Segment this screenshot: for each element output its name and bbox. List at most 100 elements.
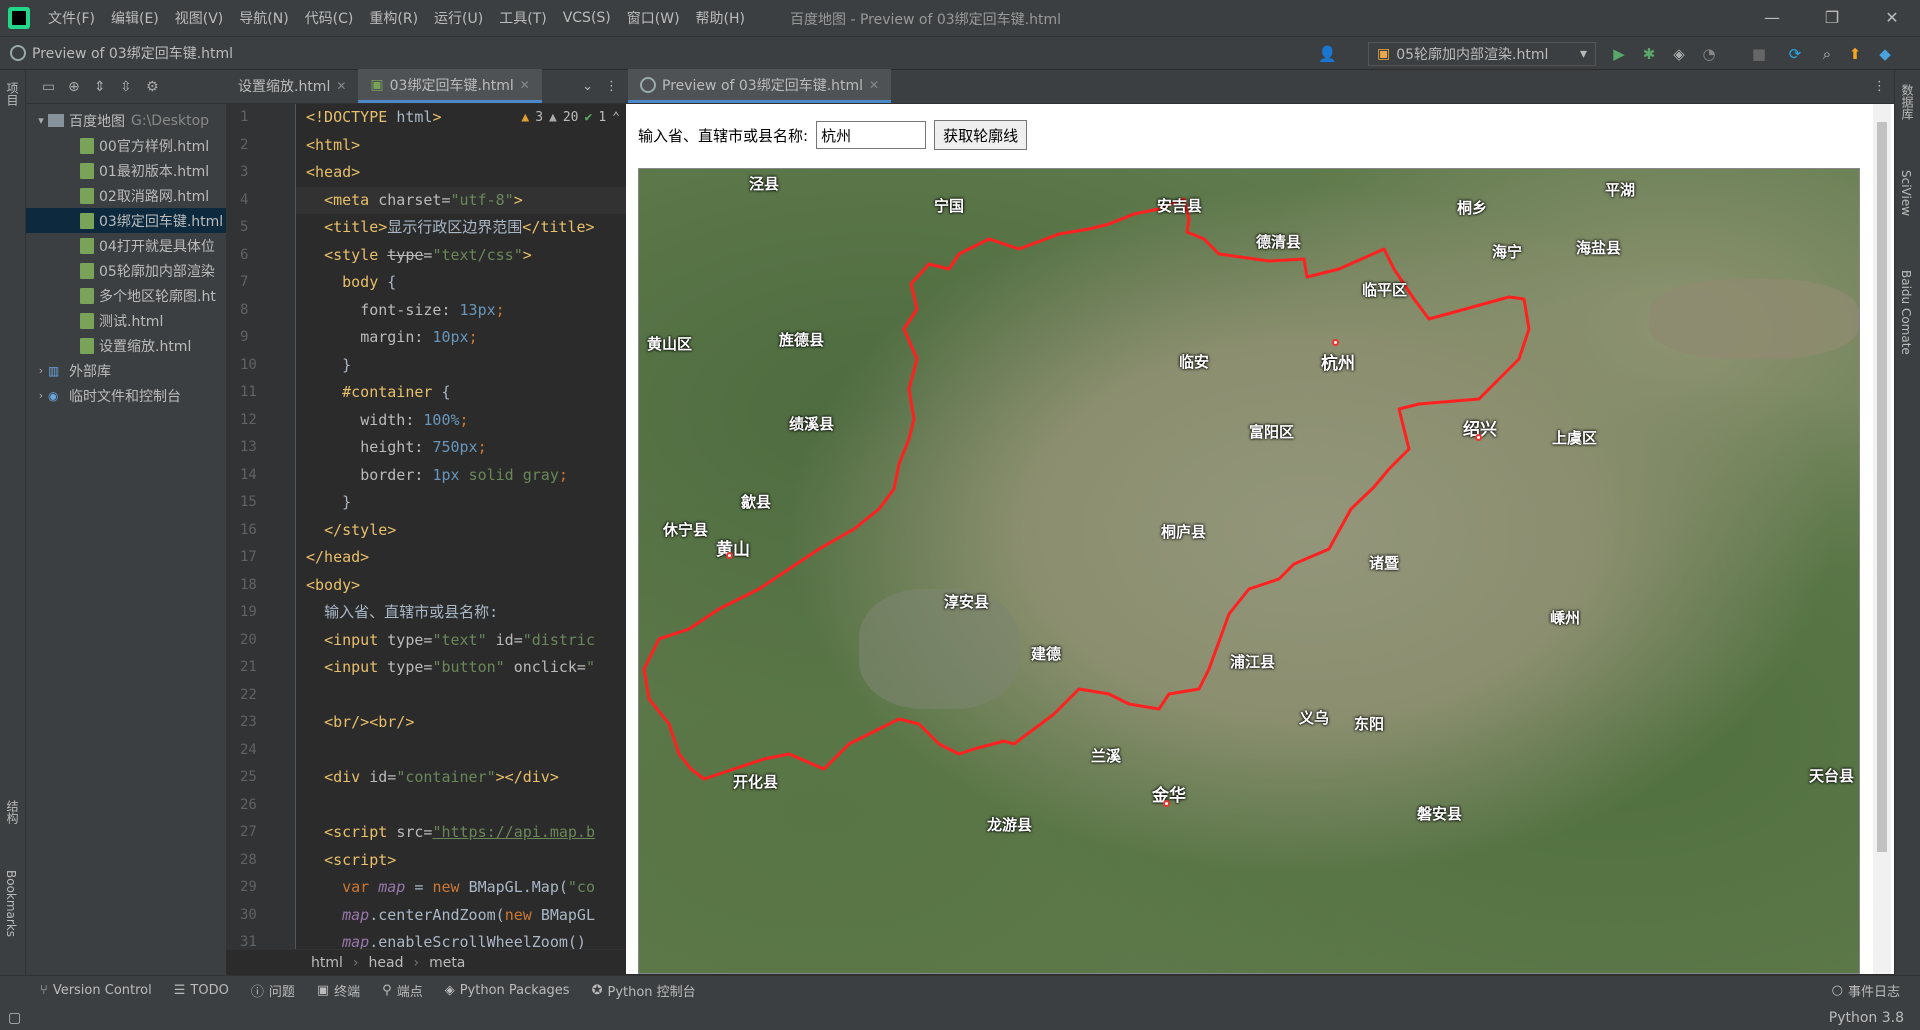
upgrade-icon[interactable]: ⬆ <box>1846 45 1864 63</box>
user-icon[interactable]: 👤 <box>1318 45 1337 63</box>
preview-scrollbar[interactable] <box>1873 104 1891 974</box>
tree-external-libraries[interactable]: › ▥ 外部库 <box>26 358 226 383</box>
menu-vcs[interactable]: VCS(S) <box>555 10 619 26</box>
scratch-icon: ◉ <box>48 389 59 403</box>
version-control-button[interactable]: ⑂ Version Control <box>40 983 152 998</box>
coverage-icon[interactable]: ◈ <box>1670 45 1688 63</box>
tree-file[interactable]: 04打开就是具体位 <box>26 233 226 258</box>
menu-window[interactable]: 窗口(W) <box>619 8 688 28</box>
update-icon[interactable]: ⟳ <box>1786 45 1804 63</box>
code-line: <input type="button" onclick=" <box>324 658 595 676</box>
code-line: <body> <box>306 575 361 594</box>
close-icon[interactable]: ✕ <box>869 78 879 92</box>
tab-label: 设置缩放.html <box>238 79 331 95</box>
bookmarks-tool-button[interactable]: Bookmarks <box>4 870 18 937</box>
tab-preview[interactable]: Preview of 03绑定回车键.html ✕ <box>628 69 892 103</box>
tree-scratches[interactable]: › ◉ 临时文件和控制台 <box>26 383 226 408</box>
tree-root[interactable]: ▾ 百度地图 G:\Desktop <box>26 108 226 133</box>
menu-navigate[interactable]: 导航(N) <box>231 8 296 28</box>
map-label: 浦江县 <box>1230 653 1276 671</box>
chevron-up-icon[interactable]: ⌃ <box>612 110 620 125</box>
terminal-button[interactable]: ▣ 终端 <box>317 981 360 1000</box>
map-container[interactable]: 泾县 宁国 安吉县 德清县 桐乡 平湖 海宁 海盐县 临平区 黄山区 旌德县 临… <box>638 168 1860 974</box>
menu-tools[interactable]: 工具(T) <box>491 8 554 28</box>
project-tool-button[interactable]: 项目 <box>4 82 21 106</box>
structure-tool-button[interactable]: 结构 <box>4 800 21 824</box>
tree-file[interactable]: 测试.html <box>26 308 226 333</box>
tab-file-active[interactable]: ▣ 03绑定回车键.html ✕ <box>358 69 542 103</box>
menu-help[interactable]: 帮助(H) <box>688 8 753 28</box>
tree-file[interactable]: 01最初版本.html <box>26 158 226 183</box>
breadcrumb[interactable]: Preview of 03绑定回车键.html <box>0 43 233 63</box>
python-packages-button[interactable]: ◈ Python Packages <box>445 983 570 998</box>
endpoints-button[interactable]: ⚲ 端点 <box>382 981 423 1000</box>
more-icon[interactable]: ⋮ <box>605 79 618 94</box>
menu-refactor[interactable]: 重构(R) <box>361 8 426 28</box>
globe-icon <box>10 45 26 61</box>
file-label: 04打开就是具体位 <box>99 238 215 255</box>
boundary-svg <box>642 197 1531 781</box>
more-icon[interactable]: ⋮ <box>1873 79 1886 94</box>
map-label: 安吉县 <box>1157 197 1203 215</box>
view-dropdown-icon[interactable]: ▭ <box>42 79 58 95</box>
crumb-html[interactable]: html <box>311 955 343 971</box>
database-tool-button[interactable]: 数据库 <box>1899 84 1916 120</box>
plugin-icon[interactable]: ◆ <box>1876 45 1894 63</box>
sciview-tool-button[interactable]: SciView <box>1899 170 1913 216</box>
tree-file[interactable]: 05轮廓加内部渲染 <box>26 258 226 283</box>
baidu-comate-tool-button[interactable]: Baidu Comate <box>1899 270 1913 355</box>
district-input[interactable] <box>816 121 927 149</box>
file-label: 00官方样例.html <box>99 138 210 155</box>
close-icon[interactable]: ✕ <box>520 78 530 92</box>
menu-code[interactable]: 代码(C) <box>297 8 362 28</box>
menu-view[interactable]: 视图(V) <box>167 8 232 28</box>
file-label: 测试.html <box>99 313 164 330</box>
info-icon: ⓘ <box>250 985 264 1000</box>
tree-file[interactable]: 00官方样例.html <box>26 133 226 158</box>
profile-icon[interactable]: ◔ <box>1700 45 1718 63</box>
close-icon[interactable]: ✕ <box>336 79 346 93</box>
todo-button[interactable]: ☰ TODO <box>174 983 229 998</box>
run-config-select[interactable]: ▣ 05轮廓加内部渲染.html ▾ <box>1368 42 1596 66</box>
scratches-label: 临时文件和控制台 <box>69 388 181 405</box>
map-label: 诸暨 <box>1369 554 1400 572</box>
root-folder-label: 百度地图 <box>69 113 125 130</box>
stop-icon[interactable]: ■ <box>1750 45 1768 63</box>
tab-file[interactable]: 设置缩放.html ✕ <box>226 69 358 103</box>
map-label: 海宁 <box>1492 243 1523 261</box>
python-icon: ✪ <box>591 983 603 998</box>
code-editor[interactable]: ▲ 3 ▲ 20 ✔ 1 ⌃ <!DOCTYPE html> <html> <head… <box>296 104 626 949</box>
tree-file[interactable]: 多个地区轮廓图.ht <box>26 283 226 308</box>
minimize-icon[interactable]: — <box>1752 4 1792 32</box>
debug-icon[interactable]: ✱ <box>1640 45 1658 63</box>
tree-file[interactable]: 02取消路网.html <box>26 183 226 208</box>
restore-icon[interactable]: ❐ <box>1812 4 1852 32</box>
collapse-all-icon[interactable]: ⇳ <box>120 79 136 95</box>
python-console-button[interactable]: ✪ Python 控制台 <box>592 981 696 1000</box>
district-label: 输入省、直辖市或县名称: <box>638 126 809 145</box>
inspection-widget[interactable]: ▲ 3 ▲ 20 ✔ 1 ⌃ <box>521 110 620 125</box>
locate-icon[interactable]: ⊕ <box>68 79 84 95</box>
crumb-meta[interactable]: meta <box>429 955 465 971</box>
file-label: 01最初版本.html <box>99 163 210 180</box>
expand-all-icon[interactable]: ⇕ <box>94 79 110 95</box>
crumb-head[interactable]: head <box>369 955 404 971</box>
gear-icon[interactable]: ⚙ <box>146 79 162 95</box>
event-log-button[interactable]: ○ 事件日志 <box>1832 981 1900 1000</box>
layout-icon[interactable]: ▢ <box>8 1010 21 1026</box>
menu-file[interactable]: 文件(F) <box>40 8 103 28</box>
tree-file-selected[interactable]: 03绑定回车键.html <box>26 208 226 233</box>
chevron-down-icon[interactable]: ⌄ <box>582 79 593 94</box>
tree-file[interactable]: 设置缩放.html <box>26 333 226 358</box>
problems-button[interactable]: ⓘ 问题 <box>251 981 295 1000</box>
menu-edit[interactable]: 编辑(E) <box>103 8 167 28</box>
get-boundary-button[interactable]: 获取轮廓线 <box>934 120 1028 150</box>
scrollbar-thumb[interactable] <box>1877 122 1887 852</box>
menu-run[interactable]: 运行(U) <box>426 8 491 28</box>
run-icon[interactable]: ▶ <box>1610 45 1628 63</box>
search-icon[interactable]: ⌕ <box>1818 45 1836 63</box>
endpoints-icon: ⚲ <box>382 983 392 998</box>
close-icon[interactable]: ✕ <box>1872 4 1912 32</box>
interpreter-label[interactable]: Python 3.8 <box>1829 1010 1904 1026</box>
